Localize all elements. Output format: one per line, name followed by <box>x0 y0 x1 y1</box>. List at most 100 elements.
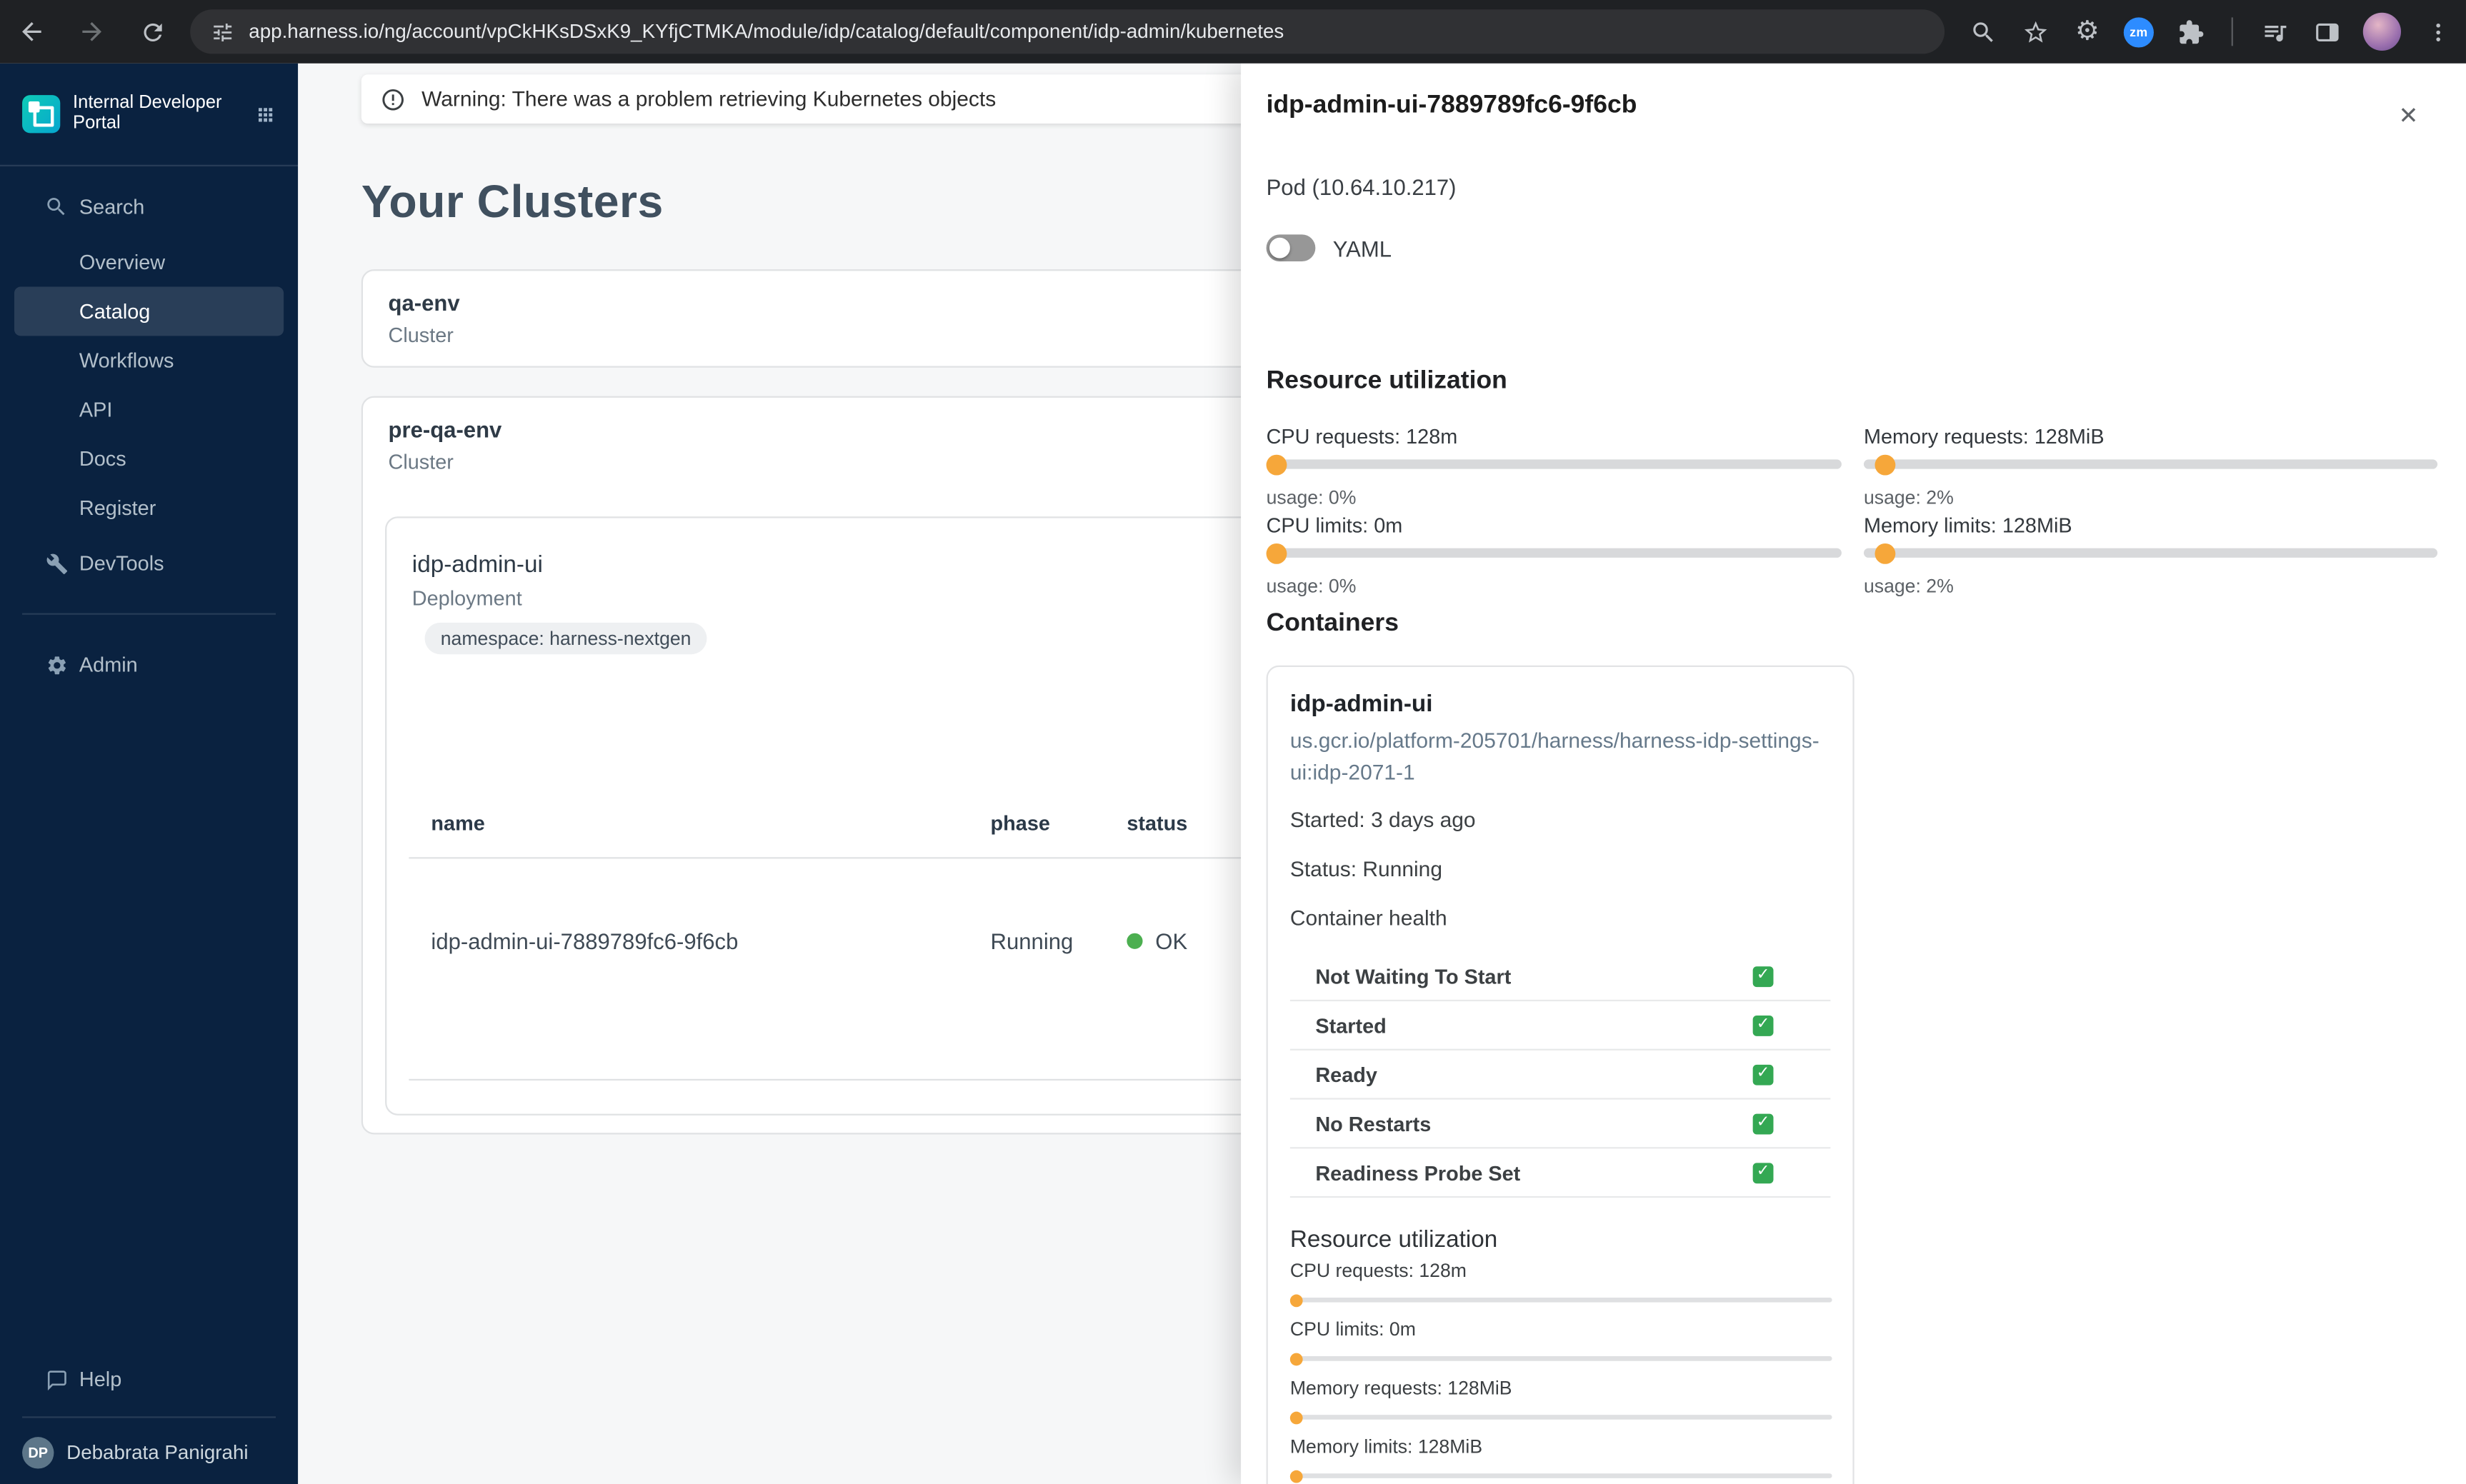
health-row: Not Waiting To Start ✓ <box>1289 952 1831 1002</box>
sidebar-header: Internal Developer Portal <box>0 64 299 166</box>
profile-avatar[interactable] <box>2362 12 2402 51</box>
container-name: idp-admin-ui <box>1289 691 1433 718</box>
warning-icon <box>380 86 405 111</box>
logo-line1: Internal Developer <box>73 93 222 113</box>
extensions-puzzle-icon[interactable] <box>2175 16 2206 47</box>
mini-metric-memory-requests: Memory requests: 128MiB <box>1289 1376 1832 1424</box>
metric-bar <box>1266 542 1842 563</box>
metric-knob <box>1289 1352 1303 1365</box>
yaml-toggle[interactable] <box>1266 234 1316 262</box>
container-resource-metrics: CPU requests: 128m CPU limits: 0m Memory… <box>1289 1259 1832 1484</box>
container-image-link[interactable]: us.gcr.io/platform-205701/harness/harnes… <box>1290 726 1826 788</box>
sidebar-item-help[interactable]: Help <box>0 1355 298 1404</box>
container-started: Started: 3 days ago <box>1289 808 1476 832</box>
sidebar: Internal Developer Portal Search Overvie… <box>0 63 299 1484</box>
mini-metric-memory-limits: Memory limits: 128MiB <box>1289 1435 1832 1483</box>
sidebar-divider <box>22 1416 276 1418</box>
health-check-label: Readiness Probe Set <box>1315 1160 1521 1185</box>
search-icon[interactable] <box>1967 16 1998 47</box>
site-settings-icon[interactable] <box>209 19 234 44</box>
zoom-extension-icon[interactable]: zm <box>2123 16 2154 47</box>
metric-bar <box>1289 1352 1832 1365</box>
namespace-chip: namespace: harness-nextgen <box>424 622 707 655</box>
check-icon: ✓ <box>1752 1162 1774 1183</box>
metric-bar <box>1289 1469 1832 1483</box>
user-name: Debabrata Panigrahi <box>66 1441 249 1464</box>
forward-icon[interactable] <box>76 16 107 47</box>
metric-label: Memory limits: 128MiB <box>1289 1435 1483 1458</box>
metric-label: Memory requests: 128MiB <box>1863 424 2105 448</box>
sidebar-item-register[interactable]: Register <box>0 483 298 533</box>
sidebar-item-catalog[interactable]: Catalog <box>14 286 284 336</box>
sidebar-item-search[interactable]: Search <box>0 182 298 231</box>
check-icon: ✓ <box>1752 966 1774 987</box>
metric-label: Memory requests: 128MiB <box>1289 1376 1512 1399</box>
mini-metric-cpu-limits: CPU limits: 0m <box>1289 1318 1832 1365</box>
sidebar-divider <box>22 613 276 615</box>
sidebar-item-label: Workflows <box>79 349 174 373</box>
warning-text: Warning: There was a problem retrieving … <box>421 87 997 111</box>
toolbar-separator <box>2231 17 2233 46</box>
sidebar-item-docs[interactable]: Docs <box>0 434 298 483</box>
metric-usage: usage: 0% <box>1266 486 1357 509</box>
health-row: Ready ✓ <box>1289 1051 1831 1100</box>
sidebar-item-overview[interactable]: Overview <box>0 238 298 287</box>
container-health-title: Container health <box>1289 906 1447 931</box>
status-ok-dot <box>1127 933 1143 949</box>
metric-knob <box>1289 1410 1303 1424</box>
toolbar-actions-group: ⚙ zm <box>1967 12 2466 51</box>
help-bubble-icon <box>44 1368 68 1391</box>
sidebar-item-label: Docs <box>79 446 126 471</box>
container-health-table: Not Waiting To Start ✓ Started ✓ Ready ✓… <box>1289 952 1831 1198</box>
browser-menu-icon[interactable] <box>2422 16 2453 47</box>
reload-icon[interactable] <box>136 16 168 47</box>
metric-usage: usage: 2% <box>1863 575 1954 598</box>
pod-phase-cell: Running <box>990 928 1074 954</box>
sidebar-item-api[interactable]: API <box>0 385 298 434</box>
media-controls-icon[interactable] <box>2258 16 2290 47</box>
browser-toolbar: app.harness.io/ng/account/vpCkHKsDSxK9_K… <box>0 0 2466 64</box>
apps-grid-icon[interactable] <box>255 104 276 124</box>
metric-memory-requests: Memory requests: 128MiB usage: 2% <box>1863 424 2438 508</box>
user-avatar: DP <box>22 1437 54 1469</box>
metric-label: CPU limits: 0m <box>1289 1318 1416 1340</box>
toolbar-nav-group <box>0 16 168 47</box>
metric-label: CPU requests: 128m <box>1289 1259 1467 1282</box>
resource-utilization-title: Resource utilization <box>1266 367 1507 395</box>
sidebar-item-label: Catalog <box>79 299 151 324</box>
sidebar-item-admin[interactable]: Admin <box>0 640 298 689</box>
metric-knob <box>1289 1293 1303 1307</box>
resource-metrics: CPU requests: 128m usage: 0% Memory requ… <box>1266 424 2438 598</box>
sidebar-item-label: Overview <box>79 250 166 274</box>
address-bar[interactable]: app.harness.io/ng/account/vpCkHKsDSxK9_K… <box>190 9 1945 54</box>
status-badge: OK <box>1155 928 1188 954</box>
screen: app.harness.io/ng/account/vpCkHKsDSxK9_K… <box>0 0 2466 1484</box>
sidebar-user[interactable]: DP Debabrata Panigrahi <box>0 1430 298 1484</box>
panel-title: idp-admin-ui-7889789fc6-9f6cb <box>1266 91 1637 119</box>
yaml-toggle-label: YAML <box>1332 235 1392 261</box>
check-icon: ✓ <box>1752 1014 1774 1036</box>
sidebar-item-devtools[interactable]: DevTools <box>0 538 298 588</box>
side-panel-icon[interactable] <box>2311 16 2342 47</box>
settings-extension-icon[interactable]: ⚙ <box>2072 16 2103 47</box>
check-icon: ✓ <box>1752 1113 1774 1134</box>
sidebar-item-workflows[interactable]: Workflows <box>0 336 298 385</box>
bookmark-star-icon[interactable] <box>2019 16 2050 47</box>
gear-icon <box>44 653 68 676</box>
health-check-label: Not Waiting To Start <box>1315 963 1512 988</box>
container-card: idp-admin-ui us.gcr.io/platform-205701/h… <box>1266 665 1855 1484</box>
mini-metric-cpu-requests: CPU requests: 128m <box>1289 1259 1832 1307</box>
metric-label: CPU requests: 128m <box>1266 424 1458 448</box>
metric-knob <box>1266 542 1287 563</box>
containers-title: Containers <box>1266 610 1399 637</box>
sidebar-item-label: Register <box>79 496 156 520</box>
sidebar-logo-title: Internal Developer Portal <box>73 94 222 135</box>
container-resource-title: Resource utilization <box>1289 1226 1498 1253</box>
idp-logo-icon <box>22 95 61 134</box>
back-icon[interactable] <box>16 16 47 47</box>
metric-cpu-limits: CPU limits: 0m usage: 0% <box>1266 513 1842 597</box>
close-icon[interactable]: ✕ <box>2399 104 2419 128</box>
metric-bar <box>1289 1293 1832 1307</box>
health-row: No Restarts ✓ <box>1289 1100 1831 1149</box>
toggle-knob <box>1269 237 1290 259</box>
